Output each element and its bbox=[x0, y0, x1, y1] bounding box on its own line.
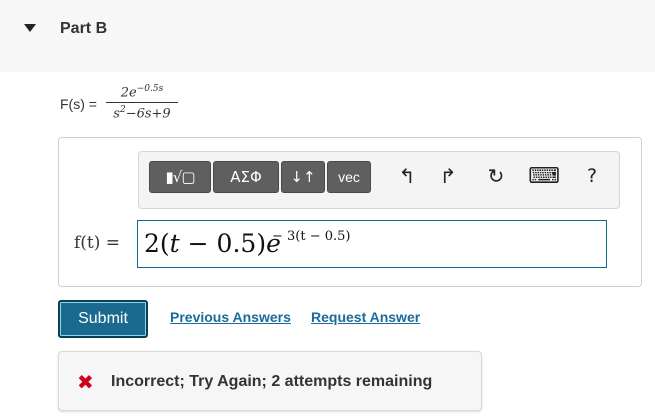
answer-variable: t bbox=[169, 229, 180, 258]
part-header: Part B bbox=[0, 0, 655, 72]
transfer-function-label: F(s) = bbox=[60, 96, 97, 112]
transfer-function-fraction: 2e−0.5s s2−6s+9 bbox=[106, 84, 178, 122]
answer-exponent: − 3(t − 0.5) bbox=[272, 229, 351, 244]
denominator-s: s bbox=[113, 106, 120, 122]
denominator-rest: −6s+9 bbox=[125, 106, 171, 122]
reset-icon[interactable]: ↻ bbox=[481, 162, 511, 190]
numerator-exponent: −0.5s bbox=[136, 84, 164, 94]
answer-label: f(t) = bbox=[74, 233, 121, 253]
answer-open-paren: ( bbox=[159, 229, 170, 258]
feedback-message: Incorrect; Try Again; 2 attempts remaini… bbox=[111, 373, 433, 390]
templates-button[interactable]: ▮√▢ bbox=[149, 161, 211, 193]
answer-coefficient: 2 bbox=[144, 229, 160, 258]
part-title: Part B bbox=[60, 20, 108, 37]
answer-input[interactable]: 2(t − 0.5)e − 3(t − 0.5) bbox=[137, 220, 607, 268]
fraction-numerator: 2e−0.5s bbox=[106, 84, 178, 104]
greek-symbols-button[interactable]: ΑΣΦ bbox=[213, 161, 279, 193]
math-toolbar: ▮√▢ ΑΣΦ ↓↑ vec ↰ ↱ ↻ ⌨ ? bbox=[138, 151, 620, 209]
feedback-panel: ✖ Incorrect; Try Again; 2 attempts remai… bbox=[58, 351, 482, 411]
help-icon[interactable]: ? bbox=[577, 162, 607, 190]
undo-icon[interactable]: ↰ bbox=[392, 162, 422, 190]
answer-expression: 2(t − 0.5)e bbox=[144, 229, 281, 258]
request-answer-link[interactable]: Request Answer bbox=[311, 309, 420, 325]
numerator-base: 2e bbox=[120, 85, 137, 101]
redo-icon[interactable]: ↱ bbox=[433, 162, 463, 190]
answer-shift: − 0.5) bbox=[179, 229, 267, 258]
vector-button[interactable]: vec bbox=[327, 161, 371, 193]
keyboard-icon[interactable]: ⌨ bbox=[528, 162, 560, 190]
fraction-denominator: s2−6s+9 bbox=[106, 103, 178, 121]
incorrect-x-icon: ✖ bbox=[77, 370, 94, 394]
previous-answers-link[interactable]: Previous Answers bbox=[170, 309, 291, 325]
submit-button[interactable]: Submit bbox=[58, 300, 148, 338]
arrows-button[interactable]: ↓↑ bbox=[281, 161, 325, 193]
collapse-triangle-icon[interactable] bbox=[24, 24, 36, 32]
